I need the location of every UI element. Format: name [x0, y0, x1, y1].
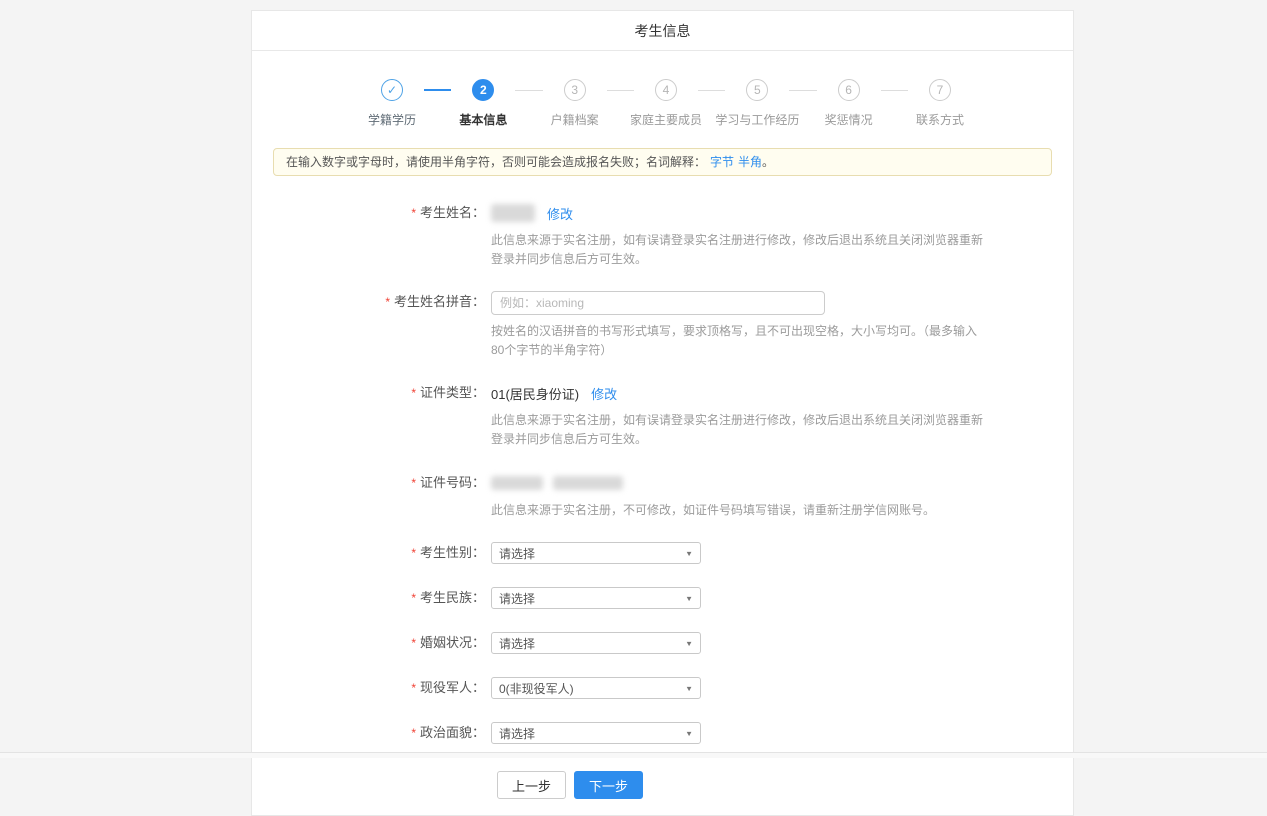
step-item-1[interactable]: ✓ 学籍学历: [360, 79, 424, 128]
required-marker: *: [411, 681, 416, 695]
notice-suffix: 。: [762, 155, 774, 169]
gender-select[interactable]: 请选择 ▼: [491, 542, 701, 564]
step-item-4[interactable]: 4家庭主要成员: [634, 79, 698, 128]
id-type-help: 此信息来源于实名注册，如有误请登录实名注册进行修改，修改后退出系统且关闭浏览器重…: [491, 411, 983, 448]
modify-id-type-link[interactable]: 修改: [591, 384, 617, 403]
step-number: 4: [655, 79, 677, 101]
basic-info-form: *考生姓名： 修改 此信息来源于实名注册，如有误请登录实名注册进行修改，修改后退…: [252, 202, 1073, 799]
step-item-3[interactable]: 3 户籍档案: [543, 79, 607, 128]
step-connector: [789, 90, 816, 91]
id-number-help: 此信息来源于实名注册，不可修改，如证件号码填写错误，请重新注册学信网账号。: [491, 501, 935, 520]
name-pinyin-help: 按姓名的汉语拼音的书写形式填写，要求顶格写，且不可出现空格，大小写均可。（最多输…: [491, 322, 983, 359]
step-label: 联系方式: [916, 111, 964, 128]
military-service-select-value: 0(非现役军人): [499, 680, 574, 697]
step-number: 5: [746, 79, 768, 101]
step-number: 2: [472, 79, 494, 101]
halfwidth-glossary-link[interactable]: 半角: [738, 155, 762, 169]
candidate-name-help: 此信息来源于实名注册，如有误请登录实名注册进行修改，修改后退出系统且关闭浏览器重…: [491, 231, 983, 268]
name-pinyin-input[interactable]: [491, 291, 825, 315]
chevron-down-icon: ▼: [685, 684, 693, 692]
step-check-icon: ✓: [381, 79, 403, 101]
required-marker: *: [411, 546, 416, 560]
candidate-name-row: *考生姓名： 修改 此信息来源于实名注册，如有误请登录实名注册进行修改，修改后退…: [252, 202, 1073, 268]
marital-status-select[interactable]: 请选择 ▼: [491, 632, 701, 654]
id-number-label: *证件号码：: [252, 472, 491, 520]
step-connector: [515, 90, 542, 91]
modify-name-link[interactable]: 修改: [547, 204, 573, 223]
ethnicity-label: *考生民族：: [252, 587, 491, 609]
military-service-select[interactable]: 0(非现役军人) ▼: [491, 677, 701, 699]
ethnicity-row: *考生民族： 请选择 ▼: [252, 587, 1073, 609]
notice-text: 在输入数字或字母时，请使用半角字符，否则可能会造成报名失败；名词解释：: [286, 155, 706, 169]
previous-step-button[interactable]: 上一步: [497, 771, 566, 799]
halfwidth-notice-banner: 在输入数字或字母时，请使用半角字符，否则可能会造成报名失败；名词解释： 字节半角。: [273, 148, 1052, 176]
required-marker: *: [411, 206, 416, 220]
gender-label: *考生性别：: [252, 542, 491, 564]
candidate-name-redacted-value: [491, 204, 535, 222]
marital-status-row: *婚姻状况： 请选择 ▼: [252, 632, 1073, 654]
candidate-info-card: 考生信息 ✓学籍学历2基本信息3户籍档案4家庭主要成员5学习与工作经历6奖惩情况…: [251, 10, 1074, 816]
required-marker: *: [411, 591, 416, 605]
military-service-label: *现役军人：: [252, 677, 491, 699]
political-status-select-value: 请选择: [499, 725, 535, 742]
ethnicity-select-value: 请选择: [499, 590, 535, 607]
step-connector: [881, 90, 908, 91]
step-connector: [424, 89, 451, 91]
name-pinyin-label: *考生姓名拼音：: [252, 291, 491, 359]
step-item-2[interactable]: 2 基本信息: [451, 79, 515, 128]
id-number-row: *证件号码： 此信息来源于实名注册，不可修改，如证件号码填写错误，请重新注册学信…: [252, 472, 1073, 520]
military-service-row: *现役军人： 0(非现役军人) ▼: [252, 677, 1073, 699]
gender-select-value: 请选择: [499, 545, 535, 562]
step-item-7[interactable]: 7 联系方式: [908, 79, 972, 128]
political-status-select[interactable]: 请选择 ▼: [491, 722, 701, 744]
id-type-value: 01(居民身份证): [491, 384, 579, 403]
step-label: 基本信息: [459, 111, 507, 128]
marital-status-label: *婚姻状况：: [252, 632, 491, 654]
page-title: 考生信息: [252, 11, 1073, 51]
step-number: 7: [929, 79, 951, 101]
id-number-redacted-value: [553, 476, 623, 490]
byte-glossary-link[interactable]: 字节: [710, 155, 734, 169]
required-marker: *: [411, 636, 416, 650]
marital-status-select-value: 请选择: [499, 635, 535, 652]
id-type-label: *证件类型：: [252, 382, 491, 448]
form-actions: 上一步 下一步: [497, 771, 1073, 799]
political-status-label: *政治面貌：: [252, 722, 491, 744]
step-label: 家庭主要成员: [630, 111, 702, 128]
candidate-name-label: *考生姓名：: [252, 202, 491, 268]
required-marker: *: [411, 476, 416, 490]
chevron-down-icon: ▼: [685, 639, 693, 647]
step-connector: [698, 90, 725, 91]
ethnicity-select[interactable]: 请选择 ▼: [491, 587, 701, 609]
page-footer-divider: [0, 752, 1267, 758]
id-type-row: *证件类型： 01(居民身份证) 修改 此信息来源于实名注册，如有误请登录实名注…: [252, 382, 1073, 448]
chevron-down-icon: ▼: [685, 549, 693, 557]
required-marker: *: [385, 295, 390, 309]
wizard-stepper: ✓学籍学历2基本信息3户籍档案4家庭主要成员5学习与工作经历6奖惩情况7联系方式: [360, 79, 972, 128]
next-step-button[interactable]: 下一步: [574, 771, 643, 799]
step-label: 户籍档案: [551, 111, 599, 128]
step-item-6[interactable]: 6 奖惩情况: [817, 79, 881, 128]
step-connector: [607, 90, 634, 91]
step-number: 3: [564, 79, 586, 101]
political-status-row: *政治面貌： 请选择 ▼: [252, 722, 1073, 744]
chevron-down-icon: ▼: [685, 594, 693, 602]
step-label: 学习与工作经历: [715, 111, 799, 128]
chevron-down-icon: ▼: [685, 729, 693, 737]
required-marker: *: [411, 726, 416, 740]
name-pinyin-row: *考生姓名拼音： 按姓名的汉语拼音的书写形式填写，要求顶格写，且不可出现空格，大…: [252, 291, 1073, 359]
step-label: 奖惩情况: [825, 111, 873, 128]
step-label: 学籍学历: [368, 111, 416, 128]
gender-row: *考生性别： 请选择 ▼: [252, 542, 1073, 564]
step-number: 6: [838, 79, 860, 101]
id-number-redacted-value: [491, 476, 543, 490]
step-item-5[interactable]: 5学习与工作经历: [725, 79, 789, 128]
required-marker: *: [411, 386, 416, 400]
